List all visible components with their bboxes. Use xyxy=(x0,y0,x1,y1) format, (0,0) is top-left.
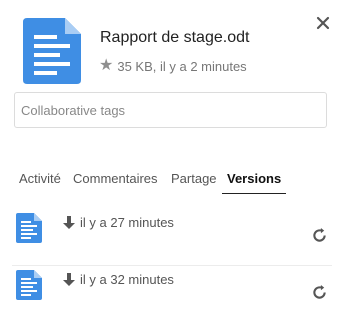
file-name: Rapport de stage.odt xyxy=(100,29,250,46)
download-icon[interactable] xyxy=(62,216,76,230)
sidebar-tabs: Activité Commentaires Partage Versions xyxy=(14,168,334,194)
file-header: Rapport de stage.odt ★ 35 KB, il y a 2 m… xyxy=(0,0,346,92)
download-icon[interactable] xyxy=(62,273,76,287)
document-icon xyxy=(23,18,81,84)
restore-icon[interactable] xyxy=(312,285,327,300)
tab-activite[interactable]: Activité xyxy=(14,168,66,194)
file-meta: ★ 35 KB, il y a 2 minutes xyxy=(99,58,247,74)
tab-partage[interactable]: Partage xyxy=(166,168,222,194)
collaborative-tags-field[interactable] xyxy=(14,92,327,128)
version-time[interactable]: il y a 32 minutes xyxy=(80,272,174,287)
tab-commentaires[interactable]: Commentaires xyxy=(68,168,163,194)
version-row: il y a 32 minutes xyxy=(0,270,346,314)
star-icon[interactable]: ★ xyxy=(99,58,113,74)
version-time[interactable]: il y a 27 minutes xyxy=(80,215,174,230)
document-icon xyxy=(16,270,42,300)
divider xyxy=(12,265,332,266)
document-icon xyxy=(16,213,42,243)
restore-icon[interactable] xyxy=(312,228,327,243)
collaborative-tags-input[interactable] xyxy=(15,93,326,127)
close-icon[interactable] xyxy=(314,14,332,32)
file-size-and-date: 35 KB, il y a 2 minutes xyxy=(117,58,247,74)
version-row: il y a 27 minutes xyxy=(0,213,346,257)
tab-versions[interactable]: Versions xyxy=(222,168,287,194)
